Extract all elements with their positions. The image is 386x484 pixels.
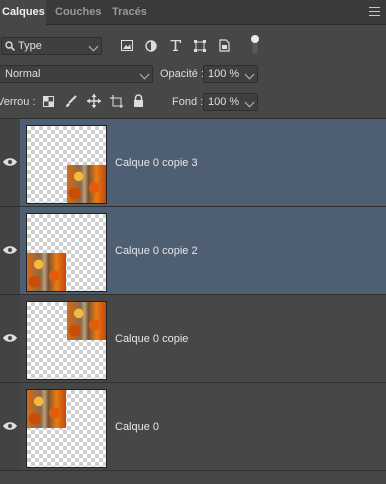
visibility-column (0, 294, 20, 382)
layer-row[interactable]: Calque 0 copie 3 (20, 118, 386, 206)
lock-transparent-pixels-icon[interactable] (43, 96, 54, 107)
fill-value: 100 % (208, 96, 240, 108)
blend-mode-select[interactable]: Normal (0, 65, 153, 83)
type-layer-filter-icon[interactable] (170, 40, 181, 51)
shape-layer-filter-icon[interactable] (194, 40, 206, 52)
layer-thumbnail (26, 125, 107, 204)
tab-layers[interactable]: Calques (0, 0, 46, 25)
lock-artboard-icon[interactable] (110, 95, 123, 108)
layer-row[interactable]: Calque 0 copie 2 (20, 206, 386, 294)
adjustment-layer-filter-icon[interactable] (145, 40, 157, 52)
layer-row[interactable]: Calque 0 (20, 382, 386, 470)
blend-row: Normal Opacité : 100 % (0, 64, 386, 84)
layer-image (27, 390, 66, 428)
eye-icon[interactable] (2, 157, 18, 167)
opacity-field[interactable]: 100 % (203, 65, 258, 83)
tab-paths[interactable]: Tracés (112, 0, 147, 24)
layer-name[interactable]: Calque 0 (115, 421, 159, 433)
search-icon (5, 41, 15, 51)
fill-field[interactable]: 100 % (203, 93, 258, 111)
pixel-layer-filter-icon[interactable] (121, 40, 133, 51)
layer-thumbnail (26, 301, 107, 380)
visibility-column (0, 206, 20, 294)
layer-name[interactable]: Calque 0 copie 3 (115, 157, 198, 169)
filter-kind-select[interactable]: Type (1, 37, 102, 55)
chevron-down-icon (244, 97, 255, 108)
layer-image (27, 253, 66, 291)
lock-position-icon[interactable] (87, 94, 101, 108)
lock-all-icon[interactable] (133, 94, 144, 107)
smart-object-filter-icon[interactable] (219, 39, 230, 52)
chevron-down-icon (88, 41, 99, 52)
chevron-down-icon (244, 69, 255, 80)
lock-label: Verrou : (0, 96, 36, 108)
blend-mode-value: Normal (5, 68, 41, 80)
layer-name[interactable]: Calque 0 copie (115, 333, 188, 345)
fill-label: Fond : (172, 96, 204, 108)
opacity-label: Opacité : (160, 68, 205, 80)
visibility-column (0, 118, 20, 206)
lock-image-pixels-icon[interactable] (65, 95, 77, 108)
opacity-value: 100 % (208, 68, 240, 80)
layer-image (67, 165, 106, 203)
panel-menu-icon[interactable] (369, 7, 380, 16)
layer-thumbnail (26, 389, 107, 468)
layer-row[interactable]: Calque 0 copie (20, 294, 386, 382)
layer-thumbnail (26, 213, 107, 292)
chevron-down-icon (139, 69, 150, 80)
eye-icon[interactable] (2, 421, 18, 431)
panel-tab-bar: Calques Couches Tracés (0, 0, 386, 25)
eye-icon[interactable] (2, 245, 18, 255)
lock-row: Verrou : Fond : 100 % (0, 92, 386, 112)
filter-kind-value: Type (18, 40, 42, 52)
filter-row: Type (0, 34, 386, 56)
tab-channels[interactable]: Couches (55, 0, 101, 24)
list-divider (0, 470, 386, 471)
eye-icon[interactable] (2, 333, 18, 343)
layer-name[interactable]: Calque 0 copie 2 (115, 245, 198, 257)
layer-image (67, 302, 106, 340)
filter-toggle-switch[interactable] (249, 34, 261, 56)
visibility-column (0, 382, 20, 470)
